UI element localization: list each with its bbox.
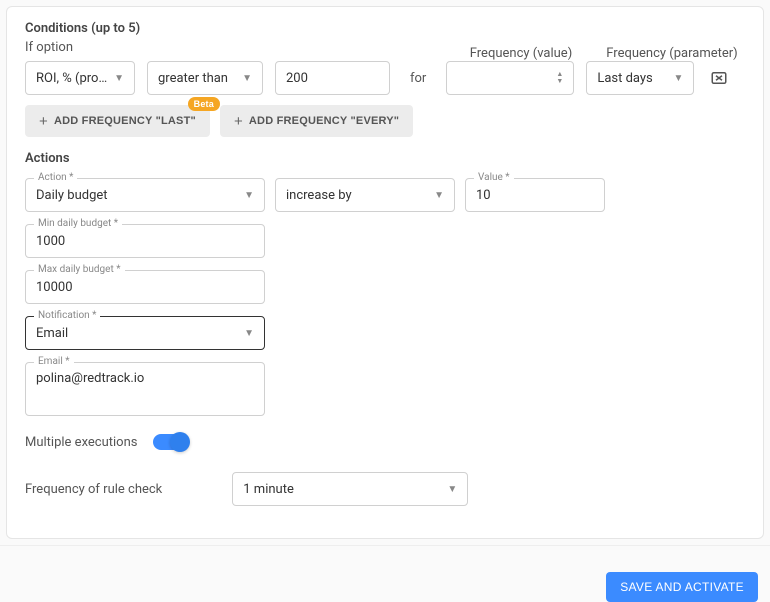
action-value-input[interactable]: Value * 10 xyxy=(465,178,605,212)
multiple-executions-label: Multiple executions xyxy=(25,435,137,450)
notification-select[interactable]: Notification * Email ▼ xyxy=(25,316,265,350)
notification-float-label: Notification * xyxy=(34,310,100,321)
footer: SAVE AND ACTIVATE xyxy=(0,564,770,602)
action-value: Daily budget xyxy=(36,188,238,203)
max-budget-float-label: Max daily budget * xyxy=(34,264,125,275)
add-frequency-every-button[interactable]: + ADD FREQUENCY "EVERY" xyxy=(220,105,413,137)
frequency-value-input[interactable]: ▲▼ xyxy=(446,61,574,95)
chevron-down-icon: ▼ xyxy=(434,190,444,201)
metric-value: ROI, % (prof… xyxy=(36,71,108,86)
min-budget-value: 1000 xyxy=(36,234,254,249)
delete-condition-icon[interactable] xyxy=(710,69,728,87)
beta-badge: Beta xyxy=(188,97,220,111)
chevron-down-icon: ▼ xyxy=(673,73,683,84)
email-float-label: Email * xyxy=(34,356,74,367)
notification-value: Email xyxy=(36,326,238,341)
max-budget-row: Max daily budget * 10000 xyxy=(25,270,745,304)
frequency-check-row: Frequency of rule check 1 minute ▼ xyxy=(25,472,745,506)
frequency-check-select[interactable]: 1 minute ▼ xyxy=(232,472,468,506)
frequency-check-value: 1 minute xyxy=(243,482,441,497)
save-and-activate-button[interactable]: SAVE AND ACTIVATE xyxy=(606,572,758,602)
save-button-label: SAVE AND ACTIVATE xyxy=(620,580,744,594)
operator-value: greater than xyxy=(158,71,236,86)
change-type-value: increase by xyxy=(286,188,428,203)
max-daily-budget-input[interactable]: Max daily budget * 10000 xyxy=(25,270,265,304)
for-label: for xyxy=(410,71,426,86)
conditions-header-row: If option Frequency (value) Frequency (p… xyxy=(25,40,745,61)
add-frequency-buttons: + ADD FREQUENCY "LAST" Beta + ADD FREQUE… xyxy=(25,105,745,137)
frequency-value-label: Frequency (value) xyxy=(457,46,585,61)
chevron-down-icon: ▼ xyxy=(244,190,254,201)
rule-panel: Conditions (up to 5) If option Frequency… xyxy=(6,6,764,539)
email-row: Email * polina@redtrack.io xyxy=(25,362,745,416)
plus-icon: + xyxy=(234,113,243,130)
notification-row: Notification * Email ▼ xyxy=(25,316,745,350)
footer-divider: SAVE AND ACTIVATE xyxy=(0,545,770,602)
actions-title: Actions xyxy=(25,151,745,166)
frequency-parameter-select[interactable]: Last days ▼ xyxy=(586,61,694,95)
chevron-down-icon: ▼ xyxy=(447,484,457,495)
condition-value: 200 xyxy=(286,71,379,86)
multiple-executions-toggle[interactable] xyxy=(153,434,187,450)
chevron-down-icon: ▼ xyxy=(242,73,252,84)
min-budget-float-label: Min daily budget * xyxy=(34,218,122,229)
stepper-icon[interactable]: ▲▼ xyxy=(556,71,563,85)
if-option-label: If option xyxy=(25,40,73,55)
add-frequency-last-label: ADD FREQUENCY "LAST" xyxy=(54,115,196,127)
chevron-down-icon: ▼ xyxy=(114,73,124,84)
action-select[interactable]: Action * Daily budget ▼ xyxy=(25,178,265,212)
frequency-parameter-value: Last days xyxy=(597,71,667,86)
metric-select[interactable]: ROI, % (prof… ▼ xyxy=(25,61,135,95)
operator-select[interactable]: greater than ▼ xyxy=(147,61,263,95)
value-float-label: Value * xyxy=(474,172,514,183)
email-value: polina@redtrack.io xyxy=(36,371,144,386)
plus-icon: + xyxy=(39,113,48,130)
frequency-check-label: Frequency of rule check xyxy=(25,482,162,497)
add-frequency-every-label: ADD FREQUENCY "EVERY" xyxy=(249,115,399,127)
condition-row: ROI, % (prof… ▼ greater than ▼ 200 for ▲… xyxy=(25,61,745,95)
action-value-text: 10 xyxy=(476,188,594,203)
condition-value-input[interactable]: 200 xyxy=(275,61,390,95)
min-daily-budget-input[interactable]: Min daily budget * 1000 xyxy=(25,224,265,258)
action-row: Action * Daily budget ▼ increase by ▼ Va… xyxy=(25,178,745,212)
min-budget-row: Min daily budget * 1000 xyxy=(25,224,745,258)
add-frequency-last-button[interactable]: + ADD FREQUENCY "LAST" Beta xyxy=(25,105,210,137)
conditions-title: Conditions (up to 5) xyxy=(25,21,745,36)
multiple-executions-row: Multiple executions xyxy=(25,434,745,450)
change-type-select[interactable]: increase by ▼ xyxy=(275,178,455,212)
action-float-label: Action * xyxy=(34,172,77,183)
chevron-down-icon: ▼ xyxy=(244,328,254,339)
frequency-parameter-label: Frequency (parameter) xyxy=(599,46,745,61)
frequency-header-group: Frequency (value) Frequency (parameter) xyxy=(457,46,745,61)
email-input[interactable]: Email * polina@redtrack.io xyxy=(25,362,265,416)
max-budget-value: 10000 xyxy=(36,280,254,295)
